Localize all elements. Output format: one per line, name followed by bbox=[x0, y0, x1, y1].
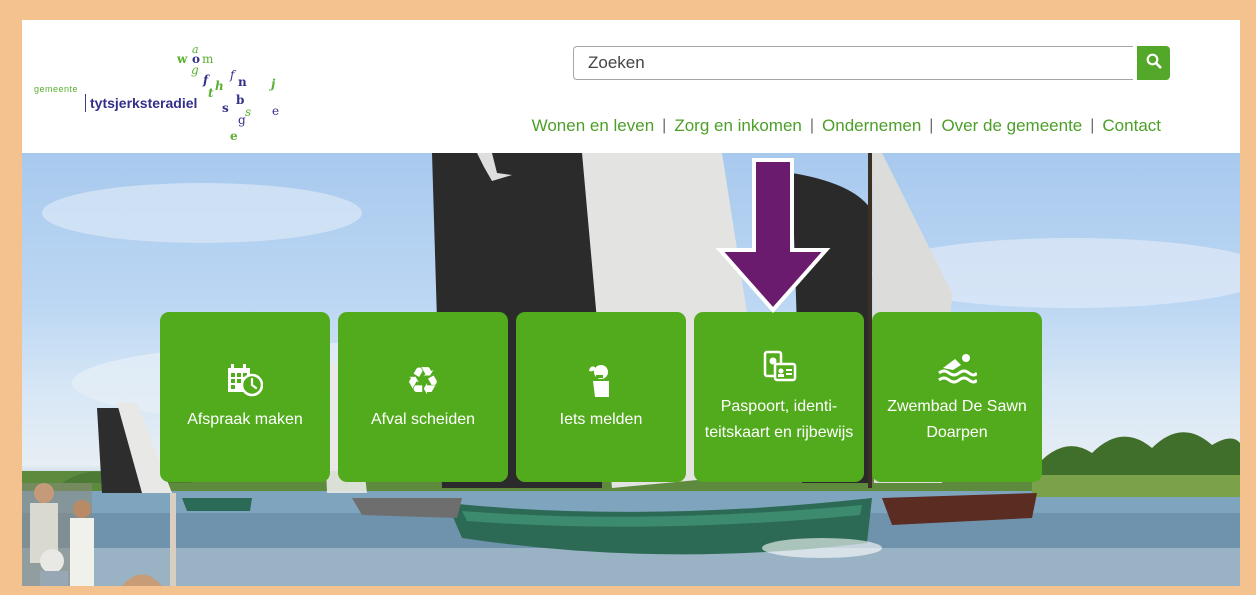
search-button[interactable] bbox=[1137, 46, 1170, 80]
logo-letter: s bbox=[222, 101, 229, 115]
logo-letter: g bbox=[191, 63, 199, 77]
swimmer-icon bbox=[937, 348, 977, 388]
nav-separator: | bbox=[809, 117, 815, 134]
logo-letter: e bbox=[230, 129, 238, 143]
tile-iets-melden[interactable]: Iets melden bbox=[516, 312, 686, 482]
calendar-clock-icon bbox=[225, 361, 265, 401]
nav-item-wonen-en-leven[interactable]: Wonen en leven bbox=[532, 116, 655, 136]
nav-item-ondernemen[interactable]: Ondernemen bbox=[822, 116, 921, 136]
site-logo[interactable]: gemeente tytsjerksteradiel w a o m g f h… bbox=[32, 42, 282, 143]
logo-letter: h bbox=[215, 79, 224, 93]
logo-letter: b bbox=[236, 93, 245, 107]
logo-letter: j bbox=[271, 77, 276, 91]
logo-divider bbox=[85, 94, 86, 112]
search-bar bbox=[573, 46, 1170, 82]
main-nav: Wonen en leven | Zorg en inkomen | Onder… bbox=[532, 116, 1161, 136]
logo-name: tytsjerksteradiel bbox=[90, 95, 198, 111]
page: gemeente tytsjerksteradiel w a o m g f h… bbox=[22, 20, 1240, 586]
person-speech-icon bbox=[581, 361, 621, 401]
logo-letter: m bbox=[202, 52, 214, 66]
logo-letter: e bbox=[272, 104, 280, 118]
nav-item-over-de-gemeente[interactable]: Over de gemeente bbox=[941, 116, 1082, 136]
logo-letter: t bbox=[208, 86, 214, 100]
tile-paspoort-identiteitskaart-rijbewijs[interactable]: Paspoort, identi-teitskaart en rijbewijs bbox=[694, 312, 864, 482]
tile-afval-scheiden[interactable]: ♻ Afval scheiden bbox=[338, 312, 508, 482]
tile-label: Afval scheiden bbox=[370, 411, 476, 428]
hero-banner: Afspraak maken ♻ Afval scheiden Iets mel… bbox=[22, 153, 1240, 586]
tile-label: Paspoort, identi-teitskaart en rijbewijs bbox=[704, 398, 854, 441]
tile-afspraak-maken[interactable]: Afspraak maken bbox=[160, 312, 330, 482]
nav-separator: | bbox=[662, 117, 667, 134]
screenshot-frame: gemeente tytsjerksteradiel w a o m g f h… bbox=[0, 0, 1256, 595]
logo-letter: f bbox=[230, 68, 235, 82]
highlight-arrow bbox=[715, 158, 831, 314]
tile-label: Iets melden bbox=[559, 411, 643, 428]
site-header: gemeente tytsjerksteradiel w a o m g f h… bbox=[22, 20, 1240, 153]
tile-label: Afspraak maken bbox=[187, 411, 303, 428]
quick-links: Afspraak maken ♻ Afval scheiden Iets mel… bbox=[160, 312, 1060, 482]
search-icon bbox=[1146, 53, 1162, 74]
logo-letter: g bbox=[238, 113, 246, 127]
nav-item-contact[interactable]: Contact bbox=[1102, 116, 1161, 136]
recycle-icon: ♻ bbox=[405, 359, 441, 403]
logo-prefix: gemeente bbox=[34, 84, 79, 94]
tile-zwembad-de-sawn-doarpen[interactable]: Zwembad De Sawn Doarpen bbox=[872, 312, 1042, 482]
nav-separator: | bbox=[1090, 117, 1095, 134]
logo-letter: w bbox=[177, 52, 188, 66]
id-card-icon bbox=[759, 348, 799, 388]
search-input[interactable] bbox=[573, 46, 1133, 80]
tile-label: Zwembad De Sawn Doarpen bbox=[887, 398, 1027, 441]
logo-letter: f bbox=[203, 73, 209, 87]
logo-letter: n bbox=[238, 75, 247, 89]
nav-separator: | bbox=[929, 117, 934, 134]
nav-item-zorg-en-inkomen[interactable]: Zorg en inkomen bbox=[674, 116, 802, 136]
